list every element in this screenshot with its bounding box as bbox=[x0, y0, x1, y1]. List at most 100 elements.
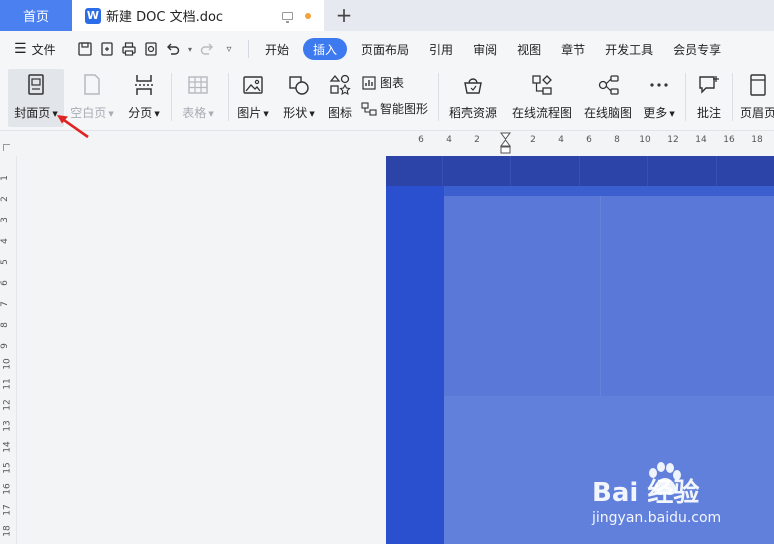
ruler-tick: 1 bbox=[0, 175, 10, 181]
daoke-resource-button[interactable]: 稻壳资源 bbox=[444, 69, 502, 127]
ruler-tick: 14 bbox=[2, 441, 13, 453]
online-flowchart-button[interactable]: 在线流程图 bbox=[508, 69, 576, 127]
horizontal-ruler[interactable]: 6 4 2 2 4 6 8 10 12 14 16 18 bbox=[0, 131, 774, 156]
ruler-tick: 8 bbox=[614, 135, 620, 145]
picture-button[interactable]: 图片 ▼ bbox=[234, 69, 272, 127]
ruler-tick: 12 bbox=[2, 399, 13, 411]
grid-line bbox=[716, 156, 717, 186]
icon-label: 图标 bbox=[327, 106, 352, 120]
redo-icon[interactable] bbox=[198, 40, 216, 58]
tab-page-layout[interactable]: 页面布局 bbox=[351, 38, 419, 60]
tab-bar: 首页 W 新建 DOC 文档.doc + bbox=[0, 0, 774, 31]
ruler-tick: 18 bbox=[751, 135, 763, 145]
grid-line bbox=[579, 156, 580, 186]
export-pdf-icon[interactable] bbox=[98, 40, 116, 58]
icon-library-icon bbox=[327, 72, 353, 98]
chevron-down-icon: ▼ bbox=[309, 109, 315, 118]
online-flowchart-label: 在线流程图 bbox=[511, 106, 572, 120]
ruler-tick: 3 bbox=[0, 217, 10, 223]
unsaved-dot-icon bbox=[305, 12, 311, 19]
save-icon[interactable] bbox=[76, 40, 94, 58]
monitor-icon[interactable] bbox=[282, 11, 293, 23]
print-icon[interactable] bbox=[120, 40, 138, 58]
tab-references[interactable]: 引用 bbox=[419, 38, 463, 60]
grid-line bbox=[442, 156, 443, 186]
shape-button[interactable]: 形状 ▼ bbox=[280, 69, 318, 127]
tab-developer[interactable]: 开发工具 bbox=[595, 38, 663, 60]
more-dots-icon bbox=[646, 72, 672, 98]
online-mindmap-button[interactable]: 在线脑图 bbox=[580, 69, 636, 127]
menu-bar: ☰ 文件 ▾ ▿ 开始 插入 页面布局 引用 审阅 视图 章节 开发工具 会员专… bbox=[0, 31, 774, 67]
tab-start[interactable]: 开始 bbox=[255, 38, 299, 60]
page-break-label: 分页 bbox=[128, 106, 153, 120]
baidu-jingyan-watermark: Bai 经验 jingyan.baidu.com bbox=[592, 462, 772, 542]
chevron-down-icon: ▼ bbox=[154, 109, 160, 118]
customize-toolbar-icon[interactable]: ▿ bbox=[220, 40, 238, 58]
page-break-button[interactable]: 分页 ▼ bbox=[124, 69, 164, 127]
more-button[interactable]: 更多 ▼ bbox=[640, 69, 678, 127]
print-preview-icon[interactable] bbox=[142, 40, 160, 58]
ribbon-separator bbox=[732, 73, 733, 121]
watermark-brand: Bai 经验 bbox=[592, 478, 700, 508]
comment-icon bbox=[696, 72, 722, 98]
ruler-tick: 6 bbox=[418, 135, 424, 145]
wps-writer-icon: W bbox=[85, 7, 101, 24]
chevron-down-icon: ▼ bbox=[263, 109, 269, 118]
ruler-tick: 16 bbox=[2, 483, 13, 495]
ruler-tick: 12 bbox=[667, 135, 679, 145]
ribbon-separator bbox=[228, 73, 229, 121]
daoke-resource-label: 稻壳资源 bbox=[448, 106, 497, 120]
table-icon bbox=[185, 72, 211, 98]
menu-separator bbox=[248, 40, 249, 58]
new-tab-button[interactable]: + bbox=[332, 3, 356, 27]
tab-insert[interactable]: 插入 bbox=[303, 38, 348, 60]
ruler-tick: 4 bbox=[446, 135, 452, 145]
file-menu-label: 文件 bbox=[31, 42, 56, 57]
daoke-resource-icon bbox=[460, 72, 486, 98]
picture-icon bbox=[240, 72, 266, 98]
ribbon-insert: 封面页 ▼ 空白页 ▼ 分页 ▼ 表格 ▼ 图片 ▼ 形状 ▼ 图标 图表 智能图形 稻壳资… bbox=[0, 67, 774, 131]
watermark-url: jingyan.baidu.com bbox=[592, 510, 722, 526]
comment-label: 批注 bbox=[696, 106, 721, 120]
mindmap-icon bbox=[595, 72, 621, 98]
tab-view[interactable]: 视图 bbox=[507, 38, 551, 60]
comment-button[interactable]: 批注 bbox=[692, 69, 726, 127]
tab-home[interactable]: 首页 bbox=[0, 0, 72, 31]
tab-document[interactable]: W 新建 DOC 文档.doc bbox=[72, 0, 324, 31]
shape-label: 形状 bbox=[283, 106, 308, 120]
ruler-tick: 4 bbox=[558, 135, 564, 145]
ruler-tick: 8 bbox=[0, 322, 10, 328]
undo-icon[interactable] bbox=[164, 40, 182, 58]
header-footer-label: 页眉页 bbox=[739, 106, 774, 120]
hamburger-icon: ☰ bbox=[14, 41, 27, 57]
cover-page-icon bbox=[23, 72, 49, 98]
ruler-tick: 2 bbox=[0, 196, 10, 202]
ruler-tick: 10 bbox=[639, 135, 651, 145]
vertical-ruler[interactable]: 1 2 3 4 5 6 7 8 9 10 11 12 13 14 15 16 1… bbox=[0, 156, 17, 544]
file-menu[interactable]: ☰ 文件 bbox=[0, 41, 76, 58]
ruler-tick: 5 bbox=[0, 259, 10, 265]
tab-member[interactable]: 会员专享 bbox=[663, 38, 731, 60]
ruler-tick: 13 bbox=[2, 420, 13, 432]
chart-label: 图表 bbox=[380, 76, 405, 90]
ruler-tick: 2 bbox=[530, 135, 536, 145]
smart-art-label: 智能图形 bbox=[380, 102, 429, 116]
grid-line bbox=[647, 156, 648, 186]
tab-chapter[interactable]: 章节 bbox=[551, 38, 595, 60]
icon-button[interactable]: 图标 bbox=[325, 69, 355, 127]
picture-label: 图片 bbox=[237, 106, 262, 120]
ruler-tick: 16 bbox=[723, 135, 735, 145]
chevron-down-icon: ▼ bbox=[108, 109, 114, 118]
table-button[interactable]: 表格 ▼ bbox=[178, 69, 218, 127]
tab-stop-selector-icon[interactable] bbox=[3, 144, 10, 151]
ruler-tick: 6 bbox=[586, 135, 592, 145]
annotation-arrow-icon bbox=[57, 115, 89, 139]
tab-review[interactable]: 审阅 bbox=[463, 38, 507, 60]
chart-icon bbox=[362, 75, 376, 90]
indent-marker-icon[interactable] bbox=[500, 132, 511, 154]
chart-button[interactable]: 图表 bbox=[361, 74, 404, 91]
smart-art-button[interactable]: 智能图形 bbox=[361, 100, 428, 117]
header-footer-button[interactable]: 页眉页 bbox=[738, 69, 774, 127]
undo-dropdown-icon[interactable]: ▾ bbox=[186, 40, 194, 58]
ribbon-separator bbox=[171, 73, 172, 121]
